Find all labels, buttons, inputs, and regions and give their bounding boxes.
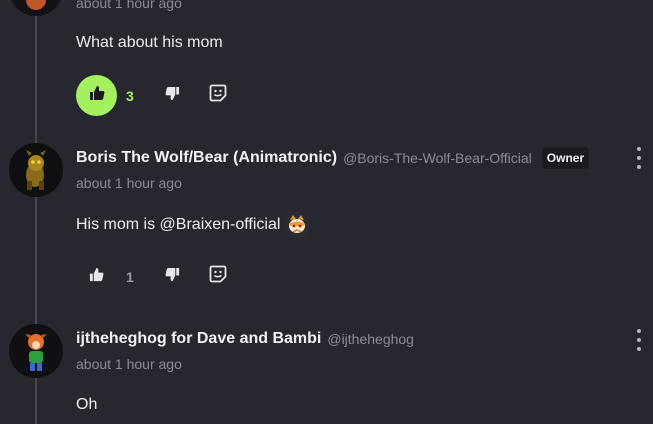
owner-badge: Owner — [541, 147, 590, 169]
react-button[interactable] — [205, 264, 231, 290]
comment-actions: 1 — [76, 256, 231, 297]
comment-actions: 3 — [76, 75, 231, 116]
comment-body: What about his mom — [76, 34, 223, 52]
like-count: 3 — [126, 87, 134, 104]
author-name[interactable]: Boris The Wolf/Bear (Animatronic) — [76, 149, 337, 167]
dislike-button[interactable] — [159, 264, 185, 290]
mention-avatar-icon — [284, 212, 311, 238]
like-count: 1 — [126, 268, 134, 285]
emoji-sticker-icon — [209, 84, 227, 107]
comment-text: What about his mom — [76, 34, 223, 51]
thumbs-up-icon — [89, 85, 105, 106]
comment-menu-button[interactable] — [634, 329, 644, 351]
react-button[interactable] — [205, 83, 231, 109]
comment-text: His mom is @Braixen-official — [76, 216, 281, 233]
avatar[interactable] — [9, 143, 63, 197]
comment-body: Oh — [76, 396, 97, 414]
comment-body: His mom is @Braixen-official — [76, 212, 311, 238]
comment-time: about 1 hour ago — [76, 175, 182, 191]
comment-menu-button[interactable] — [634, 147, 644, 169]
avatar[interactable] — [9, 0, 63, 16]
kebab-menu-icon — [637, 147, 641, 151]
comment-time: about 1 hour ago — [76, 0, 182, 11]
like-button[interactable] — [76, 256, 117, 297]
thumbs-down-icon — [165, 267, 180, 287]
emoji-sticker-icon — [209, 265, 227, 288]
thumbs-up-icon — [89, 267, 104, 287]
author-row: ijtheheghog for Dave and Bambi @ijtheheg… — [76, 330, 414, 348]
comment-text: Oh — [76, 396, 98, 413]
comment-time: about 1 hour ago — [76, 356, 182, 372]
dislike-button[interactable] — [159, 83, 185, 109]
author-name[interactable]: ijtheheghog for Dave and Bambi — [76, 330, 321, 348]
avatar[interactable] — [9, 324, 63, 378]
author-handle[interactable]: @ijtheheghog — [327, 331, 414, 347]
author-handle[interactable]: @Boris-The-Wolf-Bear-Official — [343, 150, 532, 166]
thumbs-down-icon — [165, 86, 180, 106]
author-row: Boris The Wolf/Bear (Animatronic) @Boris… — [76, 147, 590, 169]
like-button[interactable] — [76, 75, 117, 116]
kebab-menu-icon — [637, 329, 641, 333]
